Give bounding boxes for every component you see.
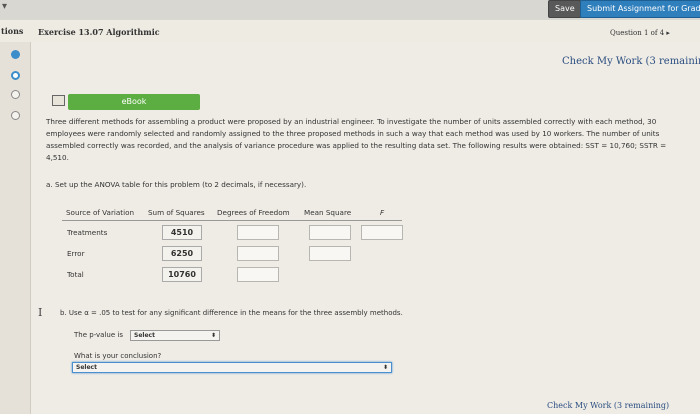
conclusion-select-text: Select [76, 364, 97, 371]
pvalue-label: The p-value is [74, 331, 123, 339]
question-4-dot-icon[interactable] [11, 111, 20, 120]
conclusion-label: What is your conclusion? [74, 352, 162, 360]
row-label-treatments: Treatments [67, 228, 108, 237]
check-my-work-link-top[interactable]: Check My Work (3 remaining) [562, 56, 700, 67]
corner-menu-icon[interactable]: ▾ [2, 1, 7, 12]
select-arrow-icon: ⬍ [382, 364, 388, 371]
exercise-title: Exercise 13.07 Algorithmic [38, 27, 160, 37]
ms-treatments-input[interactable] [309, 225, 351, 240]
f-treatments-input[interactable] [361, 225, 403, 240]
header-source: Source of Variation [66, 208, 135, 217]
save-button[interactable]: Save [548, 0, 582, 18]
row-label-error: Error [67, 249, 85, 258]
ms-error-input[interactable] [309, 246, 351, 261]
question-2-dot-icon[interactable] [11, 71, 20, 80]
header-degrees-of-freedom: Degrees of Freedom [217, 208, 290, 217]
df-total-input[interactable] [237, 267, 279, 282]
submit-assignment-button[interactable]: Submit Assignment for Grading [580, 0, 700, 18]
question-counter[interactable]: Question 1 of 4 ▸ [610, 29, 670, 37]
part-b-prompt: b. Use α = .05 to test for any significa… [60, 309, 403, 317]
ebook-book-icon[interactable] [52, 95, 65, 106]
df-treatments-input[interactable] [237, 225, 279, 240]
ss-error-value: 6250 [162, 246, 202, 261]
problem-text: Three different methods for assembling a… [46, 117, 667, 162]
table-header-divider [62, 220, 402, 221]
df-error-input[interactable] [237, 246, 279, 261]
part-a-prompt: a. Set up the ANOVA table for this probl… [46, 180, 307, 189]
ss-treatments-value: 4510 [162, 225, 202, 240]
pvalue-select-text: Select [134, 332, 155, 339]
sidebar-label: tions [1, 26, 24, 36]
text-cursor-icon: I [38, 306, 43, 319]
question-1-dot-icon[interactable] [11, 50, 20, 59]
conclusion-select[interactable]: Select ⬍ [72, 362, 392, 373]
header-sum-of-squares: Sum of Squares [148, 208, 205, 217]
header-mean-square: Mean Square [304, 208, 352, 217]
header-f: F [380, 208, 385, 217]
question-3-dot-icon[interactable] [11, 90, 20, 99]
select-arrow-icon: ⬍ [210, 332, 216, 339]
row-label-total: Total [67, 270, 84, 279]
ss-total-value: 10760 [162, 267, 202, 282]
check-my-work-link-bottom[interactable]: Check My Work (3 remaining) [547, 401, 669, 410]
ebook-button[interactable]: eBook [68, 94, 200, 110]
pvalue-select[interactable]: Select ⬍ [130, 330, 220, 341]
